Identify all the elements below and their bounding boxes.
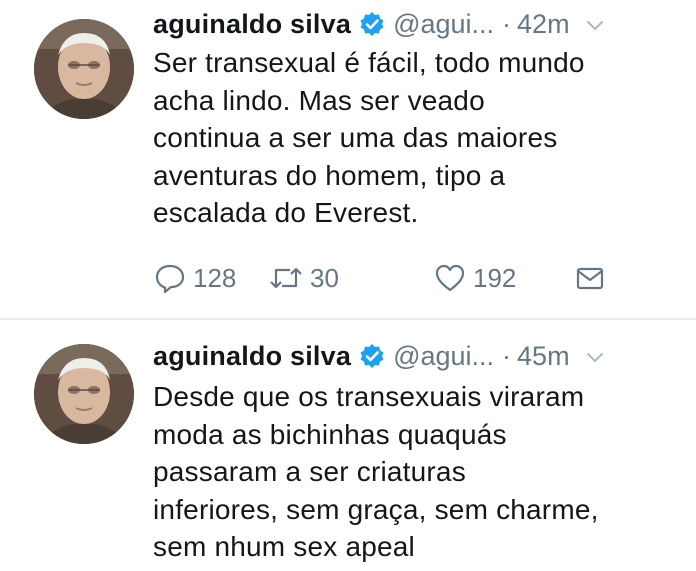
- chevron-down-icon[interactable]: [584, 345, 606, 367]
- tweet-header: aguinaldo silva @agui... · 42m: [153, 6, 683, 42]
- direct-message-button[interactable]: [573, 258, 613, 298]
- like-icon: [435, 264, 465, 292]
- retweet-button[interactable]: 30: [268, 258, 339, 298]
- user-handle[interactable]: @agui...: [393, 341, 494, 372]
- user-name[interactable]: aguinaldo silva: [153, 341, 351, 372]
- like-button[interactable]: 192: [433, 258, 516, 298]
- separator-dot: ·: [502, 340, 512, 371]
- avatar[interactable]: [34, 19, 134, 119]
- tweet-text-line: inferiores, sem graça, sem charme,: [153, 493, 599, 525]
- retweet-icon: [270, 267, 302, 289]
- reply-count: 128: [193, 262, 237, 293]
- reply-icon: [155, 264, 185, 294]
- retweet-count: 30: [310, 262, 339, 293]
- tweet-header: aguinaldo silva @agui... · 45m: [153, 338, 683, 374]
- reply-button[interactable]: 128: [153, 258, 236, 298]
- timestamp[interactable]: 45m: [517, 341, 570, 372]
- tweet-text-line: aventuras do homem, tipo a: [153, 159, 506, 191]
- tweet-text-line: acha lindo. Mas ser veado: [153, 84, 485, 116]
- tweet-text-line: sem nhum sex apeal: [153, 531, 415, 562]
- avatar[interactable]: [34, 344, 134, 444]
- direct-message-icon: [576, 267, 604, 290]
- chevron-down-icon[interactable]: [584, 13, 606, 35]
- verified-badge-icon: [359, 11, 385, 37]
- separator-dot: ·: [502, 8, 512, 39]
- tweet-text-line: escalada do Everest.: [153, 197, 419, 228]
- verified-badge-icon: [359, 343, 385, 369]
- tweet[interactable]: aguinaldo silva @agui... · 42m Ser trans…: [0, 0, 696, 318]
- tweet-text-line: passaram a ser criaturas: [153, 456, 466, 487]
- tweet-text-line: moda as bichinhas quaquás: [153, 418, 507, 450]
- tweet-text-line: Ser transexual é fácil, todo mundo: [153, 47, 585, 78]
- tweet[interactable]: aguinaldo silva @agui... · 45m Desde que…: [0, 320, 696, 571]
- tweet-text-line: continua a ser uma das maiores: [153, 122, 558, 153]
- tweet-actions: 128 30 192: [153, 258, 673, 298]
- user-name[interactable]: aguinaldo silva: [153, 9, 351, 40]
- user-handle[interactable]: @agui...: [393, 9, 494, 40]
- tweet-text-line: Desde que os transexuais viraram: [153, 381, 585, 412]
- like-count: 192: [473, 262, 517, 293]
- timestamp[interactable]: 42m: [517, 9, 570, 40]
- tweet-text: Ser transexual é fácil, todo mundo acha …: [153, 44, 683, 232]
- tweet-text: Desde que os transexuais viraram moda as…: [153, 378, 683, 566]
